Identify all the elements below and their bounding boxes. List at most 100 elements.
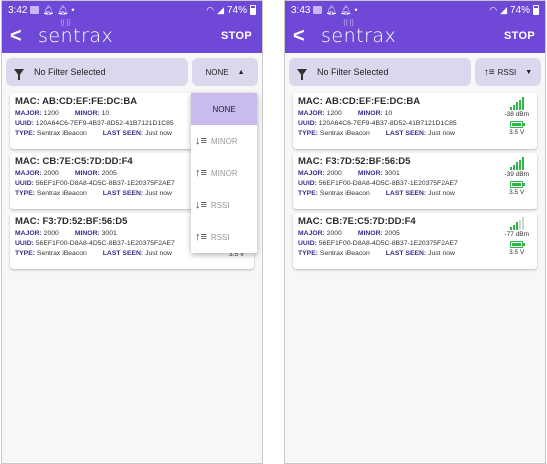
device-major: 2000 [326,170,342,177]
logo-wave-icon: ((·)) [343,18,354,27]
signal-strength-icon [509,157,524,170]
battery-voltage: 3.5 V [509,189,525,196]
filter-icon [297,68,307,80]
wifi-icon: ◠ [489,4,498,15]
caret-up-icon: ▲ [237,68,245,76]
sort-select[interactable]: ↑≡ RSSI ▼ [475,58,541,86]
app-notification-icon [30,6,40,14]
app-logo: ((·)) sentrax [321,18,397,47]
app-bar: < ((·)) sentrax STOP [2,18,262,53]
device-type: Sentrax iBeacon [36,190,87,197]
device-last-seen: Just now [428,190,455,197]
device-card[interactable]: MAC: AB:CD:EF:FE:DC:BA MAJOR: 1200 MINOR:… [293,93,537,149]
signal-block: -39 dBm 3.5 V [504,157,529,196]
bell-icon: 🔔︎ [339,4,352,15]
device-minor: 10 [384,110,393,117]
sort-option-rssi-asc[interactable]: ↑≡ RSSI [191,221,257,253]
sort-option-minor-desc[interactable]: ↓≡ MINOR [191,125,257,157]
phone-screen-left: 3:42 🔔︎ 🔔︎ • ◠ ◢ 74% < ((·)) sentrax STO… [1,0,263,464]
battery-icon [510,241,526,248]
device-major: 2000 [43,230,59,237]
filter-label: No Filter Selected [317,67,389,77]
battery-percent: 74% [226,4,247,16]
dot-icon: • [71,4,75,15]
app-notification-icon [313,6,323,14]
signal-strength-icon [509,217,524,230]
logo-text: sentrax [321,25,397,47]
device-uuid: 56EF1F00-D8A8-4D5C-8B37-1E20375F2AE7 [318,240,458,247]
device-type: Sentrax iBeacon [36,250,87,257]
app-logo: ((·)) sentrax [38,18,114,47]
device-minor: 3001 [101,230,117,237]
device-type: Sentrax iBeacon [319,190,370,197]
sort-option-minor-asc[interactable]: ↑≡ MINOR [191,157,257,189]
device-uuid: 56EF1F00-D8A8-4D5C-8B37-1E20375F2AE7 [318,180,458,187]
sort-label: RSSI [497,67,517,77]
back-arrow-icon[interactable]: < [293,26,311,46]
sort-label: NONE [205,67,229,77]
device-card[interactable]: MAC: F3:7D:52:BF:56:D5 MAJOR: 2000 MINOR:… [293,153,537,209]
filter-button[interactable]: No Filter Selected [289,58,471,86]
device-last-seen: Just now [428,130,455,137]
sort-dropdown-menu: NONE ↓≡ MINOR ↑≡ MINOR ↓≡ RSSI ↑≡ RSSI [191,93,257,253]
stop-button[interactable]: STOP [504,30,535,42]
status-bar: 3:43 🔔︎ 🔔︎ • ◠ ◢ 74% [285,1,545,19]
device-type: Sentrax iBeacon [36,130,87,137]
device-mac: MAC: F3:7D:52:BF:56:D5 [298,156,411,167]
sort-select[interactable]: NONE ▲ [192,58,258,86]
signal-strength-icon [509,97,524,110]
sort-asc-icon: ↑≡ [195,167,207,179]
battery-voltage: 3.5 V [509,129,525,136]
signal-icon: ◢ [500,4,507,15]
device-major: 1200 [43,110,59,117]
sort-asc-icon: ↑≡ [195,231,207,243]
sort-option-none[interactable]: NONE [191,93,257,125]
battery-icon [510,121,526,128]
device-last-seen: Just now [145,250,172,257]
device-uuid: 56EF1F00-D8A8-4D5C-8B37-1E20375F2AE7 [35,240,175,247]
device-last-seen: Just now [145,190,172,197]
status-time: 3:43 [291,4,311,16]
rssi-value: -38 dBm [504,111,529,118]
battery-icon [250,5,256,15]
signal-block: -38 dBm 3.5 V [504,97,529,136]
logo-wave-icon: ((·)) [60,18,71,27]
device-minor: 2005 [101,170,117,177]
battery-voltage: 3.5 V [509,249,525,256]
status-bar: 3:42 🔔︎ 🔔︎ • ◠ ◢ 74% [2,1,262,19]
device-card[interactable]: MAC: CB:7E:C5:7D:DD:F4 MAJOR: 2000 MINOR:… [293,213,537,269]
battery-icon [533,5,539,15]
stop-button[interactable]: STOP [221,30,252,42]
device-minor: 2005 [384,230,400,237]
logo-text: sentrax [38,25,114,47]
bell-icon: 🔔︎ [42,4,54,15]
sort-desc-icon: ↓≡ [195,199,207,211]
battery-percent: 74% [509,4,530,16]
device-minor: 10 [101,110,110,117]
sort-option-rssi-desc[interactable]: ↓≡ RSSI [191,189,257,221]
dot-icon: • [354,4,358,15]
filter-label: No Filter Selected [34,67,106,77]
rssi-value: -77 dBm [504,231,529,238]
device-type: Sentrax iBeacon [319,250,370,257]
bell-icon: 🔔︎ [325,4,337,15]
device-last-seen: Just now [428,250,455,257]
filter-row: No Filter Selected ↑≡ RSSI ▼ [289,58,541,86]
back-arrow-icon[interactable]: < [10,26,28,46]
device-uuid: 120A64C6-7EF9-4B37-8D52-41B7121D1C85 [318,120,457,127]
phone-screen-right: 3:43 🔔︎ 🔔︎ • ◠ ◢ 74% < ((·)) sentrax STO… [284,0,546,464]
sort-asc-icon: ↑≡ [483,66,495,78]
signal-block: -77 dBm 3.5 V [504,217,529,256]
device-uuid: 120A64C6-7EF9-4B37-8D52-41B7121D1C85 [35,120,174,127]
device-type: Sentrax iBeacon [319,130,370,137]
device-major: 2000 [43,170,59,177]
filter-button[interactable]: No Filter Selected [6,58,188,86]
device-mac: MAC: AB:CD:EF:FE:DC:BA [298,96,421,107]
rssi-value: -39 dBm [504,171,529,178]
device-minor: 3001 [384,170,400,177]
device-uuid: 56EF1F00-D8A8-4D5C-8B37-1E20375F2AE7 [35,180,175,187]
caret-down-icon: ▼ [525,68,533,76]
bell-icon: 🔔︎ [56,4,69,15]
status-time: 3:42 [8,4,28,16]
device-mac: MAC: CB:7E:C5:7D:DD:F4 [298,216,416,227]
